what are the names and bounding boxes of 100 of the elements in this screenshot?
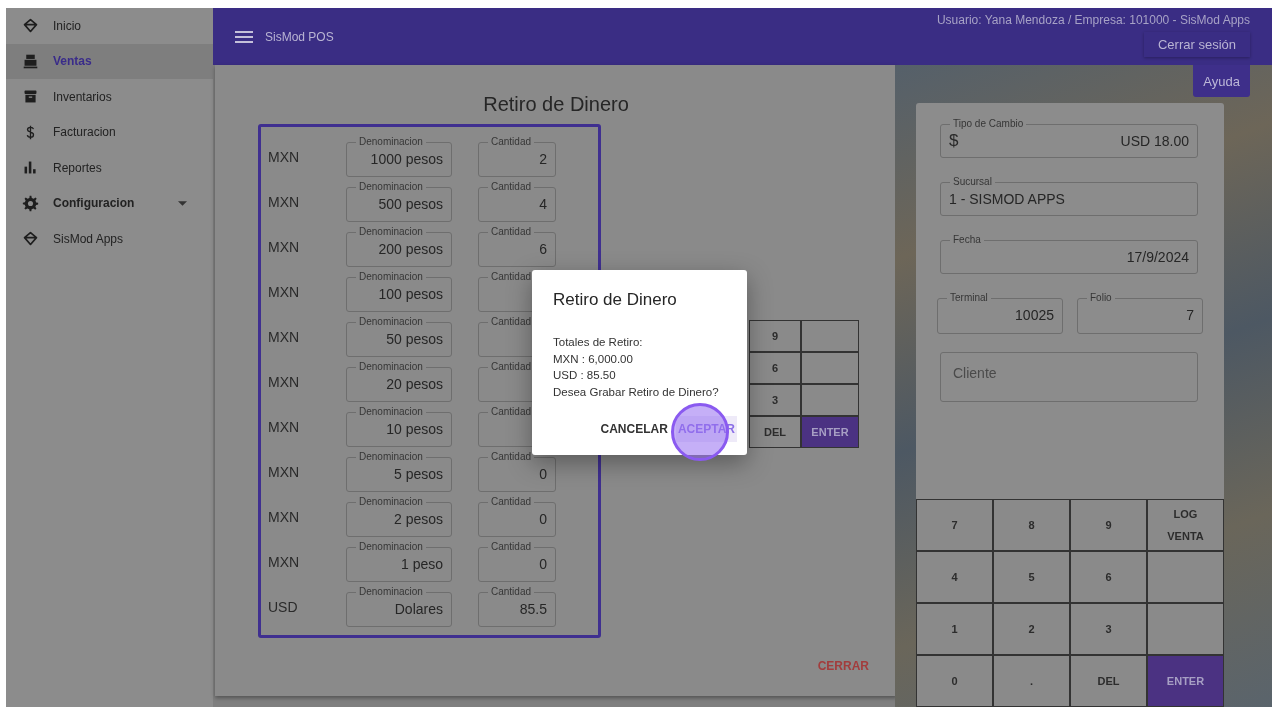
field-value: 17/9/2024 xyxy=(1126,248,1189,267)
denomination-field[interactable]: Denominacion 500 pesos xyxy=(346,181,452,222)
field-value: Dolares xyxy=(393,600,443,619)
field-label: Denominacion xyxy=(358,316,424,328)
currency-label: MXN xyxy=(268,553,301,570)
quantity-field[interactable]: Cantidad 85.5 xyxy=(478,586,556,627)
field-label: Denominacion xyxy=(358,496,424,508)
keypad-key[interactable]: 9 xyxy=(1070,499,1147,551)
field-value: 100 pesos xyxy=(377,285,443,304)
blank-key[interactable] xyxy=(1147,603,1224,655)
field-label: Cantidad xyxy=(490,316,533,328)
sidebar-item[interactable]: Configuracion xyxy=(6,185,213,221)
field-label: Denominacion xyxy=(358,541,424,553)
keypad-key[interactable]: 3 xyxy=(749,384,801,416)
blank-key[interactable] xyxy=(801,320,859,352)
field-label: Terminal xyxy=(949,292,989,304)
keypad-key[interactable]: 5 xyxy=(993,551,1070,603)
dialog-text: Totales de Retiro: xyxy=(553,335,644,350)
folio-field[interactable]: Folio 7 xyxy=(1077,292,1203,334)
sidebar-item[interactable]: Ventas xyxy=(6,43,213,79)
currency-label: MXN xyxy=(268,463,301,480)
quantity-field[interactable]: Cantidad 6 xyxy=(478,226,556,267)
sidebar-item[interactable]: SisMod Apps xyxy=(6,221,213,257)
keypad-key[interactable]: 1 xyxy=(916,603,993,655)
sidebar-item[interactable]: Inventarios xyxy=(6,79,213,115)
field-label: Denominacion xyxy=(358,136,424,148)
denomination-field[interactable]: Denominacion Dolares xyxy=(346,586,452,627)
currency-label: USD xyxy=(268,598,299,615)
field-label: Cantidad xyxy=(490,406,533,418)
keypad-key[interactable]: 8 xyxy=(993,499,1070,551)
logout-button[interactable]: Cerrar sesión xyxy=(1143,32,1250,57)
quantity-field[interactable]: Cantidad 4 xyxy=(478,181,556,222)
settings-icon xyxy=(22,194,39,212)
keypad-key[interactable]: DEL xyxy=(1070,655,1147,707)
field-label: Cantidad xyxy=(490,496,533,508)
dialog-text: Desea Grabar Retiro de Dinero? xyxy=(553,384,720,400)
sidebar-item[interactable]: Facturacion xyxy=(6,114,213,150)
field-value: 5 pesos xyxy=(392,465,443,484)
field-value: 2 xyxy=(538,150,547,169)
field-label: Denominacion xyxy=(358,451,424,463)
field-value: 0 xyxy=(538,465,547,484)
logo-icon xyxy=(22,17,39,35)
client-field[interactable]: Cliente xyxy=(940,352,1198,402)
keypad-key[interactable]: 6 xyxy=(749,352,801,384)
field-value: 6 xyxy=(538,240,547,259)
blank-key[interactable] xyxy=(801,384,859,416)
field-label: Folio xyxy=(1089,292,1113,304)
denomination-field[interactable]: Denominacion 1000 pesos xyxy=(346,136,452,177)
logo-icon xyxy=(22,230,39,248)
user-info: Usuario: Yana Mendoza / Empresa: 101000 - SisMod Apps xyxy=(936,13,1250,27)
keypad-key[interactable]: 9 xyxy=(749,320,801,352)
quantity-field[interactable]: Cantidad 0 xyxy=(478,496,556,537)
enter-key[interactable]: ENTER xyxy=(801,416,859,448)
field-label: Sucursal xyxy=(952,176,993,188)
field-label: Denominacion xyxy=(358,181,424,193)
keypad-key[interactable]: 4 xyxy=(916,551,993,603)
denomination-field[interactable]: Denominacion 20 pesos xyxy=(346,361,452,402)
dialog-title: Retiro de Dinero xyxy=(553,290,678,310)
keypad-key[interactable]: 2 xyxy=(993,603,1070,655)
field-label: Cantidad xyxy=(490,181,533,193)
card-title: Retiro de Dinero xyxy=(482,93,630,116)
currency-label: MXN xyxy=(268,418,301,435)
field-label: Tipo de Cambio xyxy=(952,118,1025,130)
keypad-key[interactable]: DEL xyxy=(749,416,801,448)
keypad-key[interactable]: 6 xyxy=(1070,551,1147,603)
keypad-key[interactable]: 0 xyxy=(916,655,993,707)
keypad-key[interactable]: LOG VENTA xyxy=(1147,499,1224,551)
denomination-field[interactable]: Denominacion 200 pesos xyxy=(346,226,452,267)
sidebar-item[interactable]: Reportes xyxy=(6,150,213,186)
quantity-field[interactable]: Cantidad 0 xyxy=(478,541,556,582)
field-value: USD 18.00 xyxy=(1120,132,1189,151)
currency-label: MXN xyxy=(268,238,301,255)
denomination-field[interactable]: Denominacion 10 pesos xyxy=(346,406,452,447)
denomination-field[interactable]: Denominacion 1 peso xyxy=(346,541,452,582)
exchange-rate-field[interactable]: Tipo de Cambio $ USD 18.00 xyxy=(940,118,1198,158)
currency-label: MXN xyxy=(268,193,301,210)
denomination-field[interactable]: Denominacion 100 pesos xyxy=(346,271,452,312)
sidebar-item[interactable]: Inicio xyxy=(6,8,213,44)
denomination-field[interactable]: Denominacion 2 pesos xyxy=(346,496,452,537)
keypad-key[interactable]: 3 xyxy=(1070,603,1147,655)
dialog-text: MXN : 6,000.00 xyxy=(553,351,634,367)
keypad-key[interactable]: . xyxy=(993,655,1070,707)
terminal-field[interactable]: Terminal 10025 xyxy=(937,292,1063,334)
caret-icon xyxy=(178,200,187,206)
keypad-key[interactable]: 7 xyxy=(916,499,993,551)
cancel-button[interactable]: CANCELAR xyxy=(598,416,670,442)
enter-key[interactable]: ENTER xyxy=(1147,655,1224,707)
date-field[interactable]: Fecha 17/9/2024 xyxy=(940,234,1198,274)
field-value: 0 xyxy=(538,555,547,574)
quantity-field[interactable]: Cantidad 2 xyxy=(478,136,556,177)
menu-icon[interactable] xyxy=(235,30,253,43)
help-button[interactable]: Ayuda xyxy=(1193,65,1250,97)
branch-field[interactable]: Sucursal 1 - SISMOD APPS xyxy=(940,176,1198,216)
field-value: 10025 xyxy=(1015,306,1054,325)
app-title: SisMod POS xyxy=(265,29,334,44)
blank-key[interactable] xyxy=(801,352,859,384)
blank-key[interactable] xyxy=(1147,551,1224,603)
denomination-field[interactable]: Denominacion 5 pesos xyxy=(346,451,452,492)
field-value: 50 pesos xyxy=(385,330,443,349)
denomination-field[interactable]: Denominacion 50 pesos xyxy=(346,316,452,357)
